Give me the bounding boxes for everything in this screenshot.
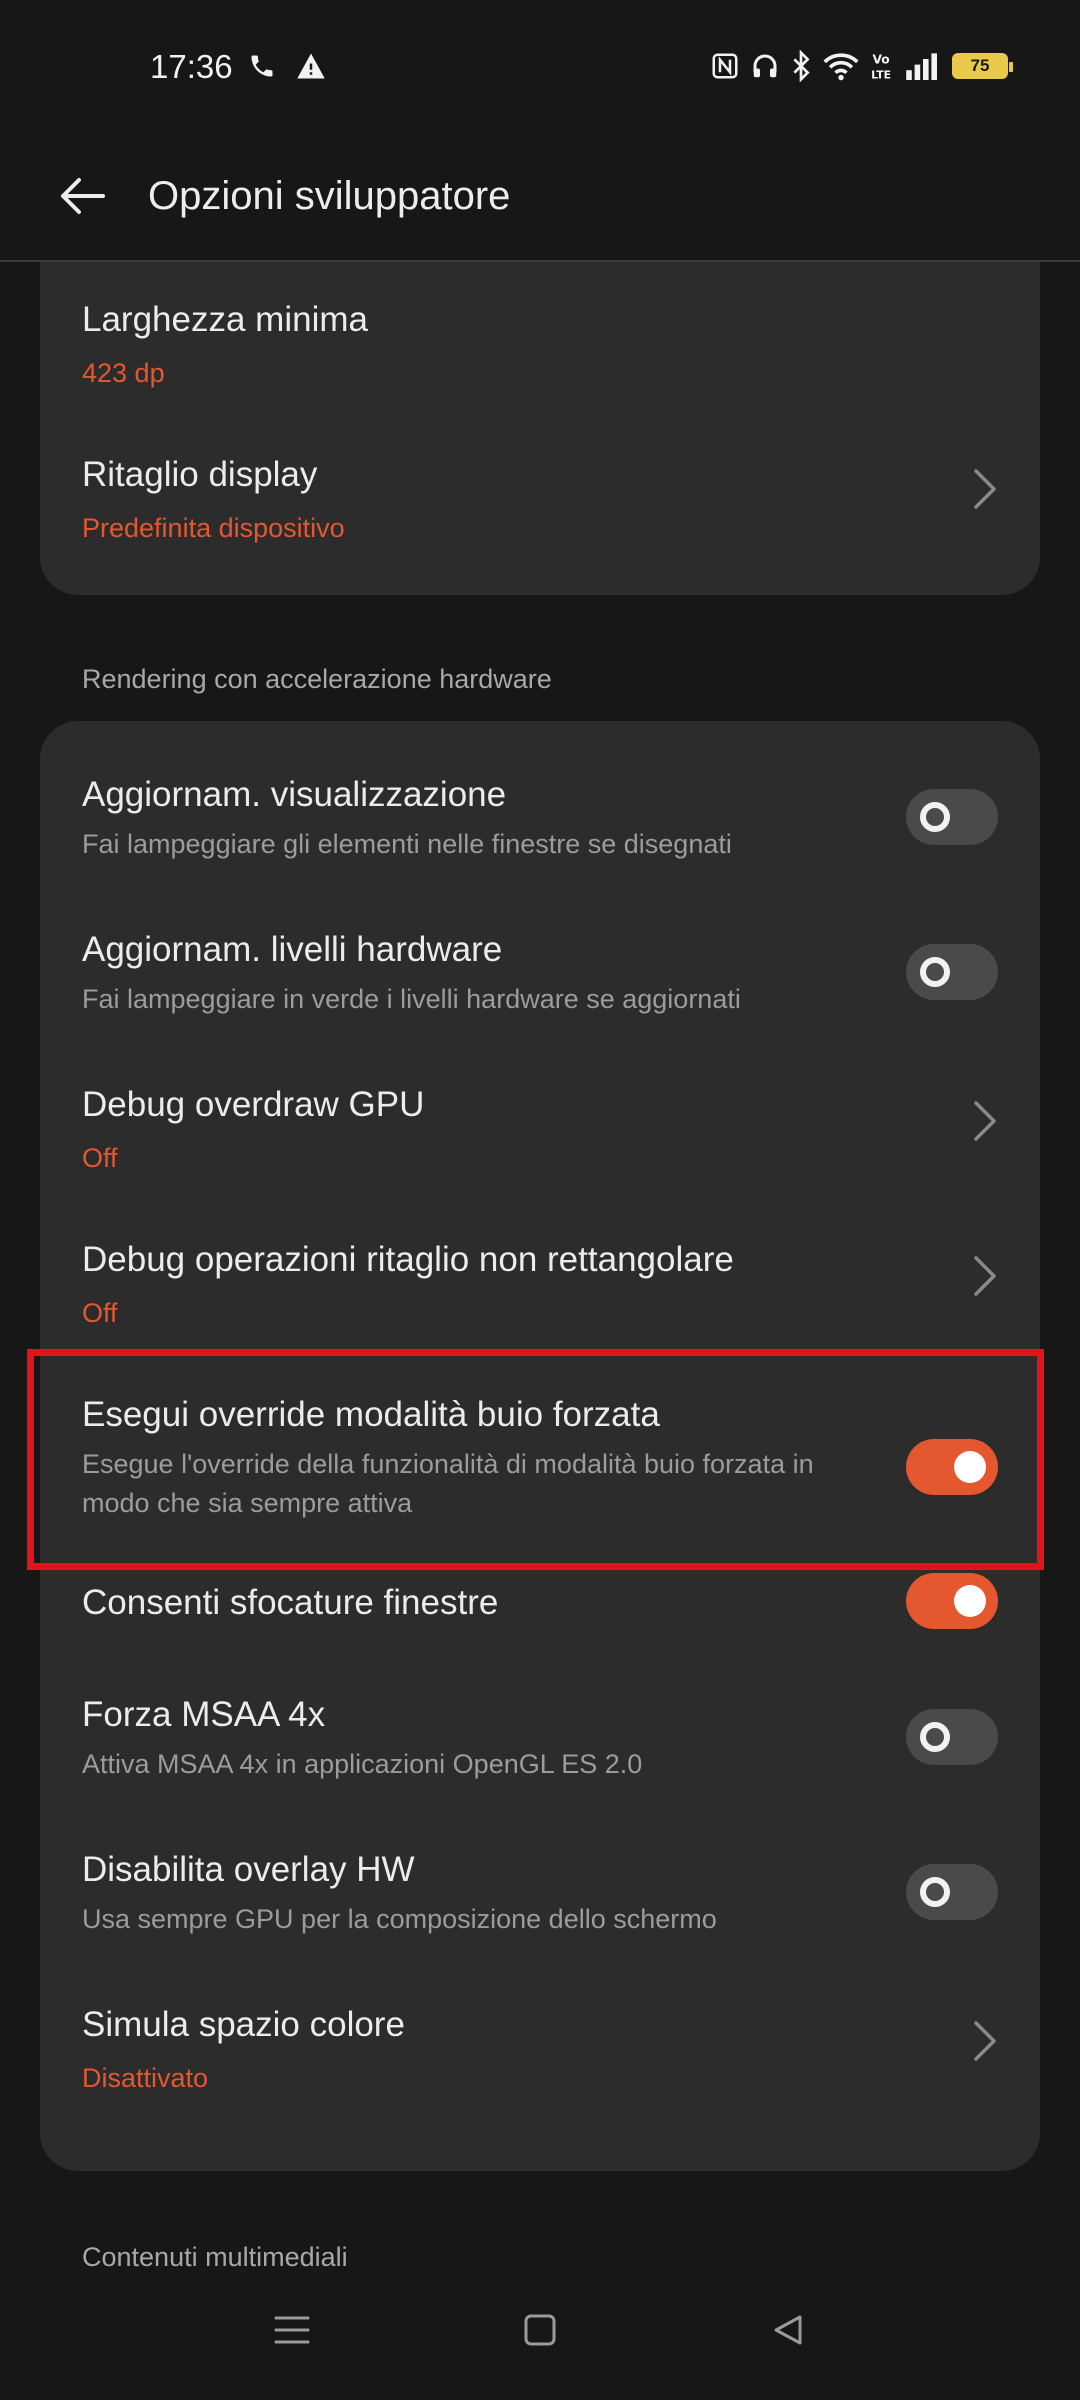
warning-icon (297, 53, 325, 79)
chevron-right-icon (974, 2021, 996, 2061)
status-left-icons (248, 52, 326, 80)
svg-text:Vo: Vo (872, 52, 889, 66)
toggle-consenti-sfocature[interactable] (906, 1573, 998, 1629)
status-time: 17:36 (150, 48, 233, 85)
toggle-aggiornam-livelli-hardware[interactable] (906, 944, 998, 1000)
setting-row-debug-overdraw-gpu[interactable]: Debug overdraw GPU Off (40, 1031, 1040, 1186)
setting-title: Aggiornam. livelli hardware (82, 930, 503, 969)
setting-subtitle: Esegue l'override della funzionalità di … (82, 1449, 814, 1518)
battery-icon: 75 (952, 53, 1013, 79)
toggle-override-modalita-buio[interactable] (906, 1439, 998, 1495)
toggle-knob (920, 1877, 950, 1907)
setting-row-debug-ritaglio-non-rettangolare[interactable]: Debug operazioni ritaglio non rettangola… (40, 1186, 1040, 1341)
toggle-knob (920, 1722, 950, 1752)
setting-row-ritaglio-display[interactable]: Ritaglio display Predefinita dispositivo (40, 417, 1040, 572)
back-nav-button[interactable] (758, 2300, 818, 2360)
chevron-right-icon (974, 1101, 996, 1141)
setting-row-aggiornam-visualizzazione[interactable]: Aggiornam. visualizzazione Fai lampeggia… (40, 721, 1040, 876)
section-header-hw-rendering: Rendering con accelerazione hardware (82, 664, 552, 694)
setting-row-aggiornam-livelli-hardware[interactable]: Aggiornam. livelli hardware Fai lampeggi… (40, 876, 1040, 1031)
setting-title: Ritaglio display (82, 455, 318, 494)
setting-title: Disabilita overlay HW (82, 1850, 415, 1889)
setting-subtitle: Usa sempre GPU per la composizione dello… (82, 1904, 717, 1934)
chevron-right-icon (974, 1256, 996, 1296)
setting-row-override-modalita-buio[interactable]: Esegui override modalità buio forzata Es… (40, 1341, 1040, 1561)
setting-title: Debug overdraw GPU (82, 1085, 425, 1124)
setting-value: Off (82, 1143, 118, 1173)
back-arrow-icon (61, 178, 105, 214)
setting-title: Forza MSAA 4x (82, 1695, 326, 1734)
setting-value: Predefinita dispositivo (82, 513, 345, 543)
hw-rendering-card: Aggiornam. visualizzazione Fai lampeggia… (40, 721, 1040, 2171)
chevron-right-icon (974, 469, 996, 509)
setting-title: Consenti sfocature finestre (82, 1583, 499, 1622)
toggle-knob (954, 1451, 986, 1483)
toggle-disabilita-overlay-hw[interactable] (906, 1864, 998, 1920)
svg-text:LTE: LTE (871, 68, 891, 81)
setting-value: Off (82, 1298, 118, 1328)
setting-subtitle: Attiva MSAA 4x in applicazioni OpenGL ES… (82, 1749, 643, 1779)
setting-title: Aggiornam. visualizzazione (82, 775, 507, 814)
setting-row-disabilita-overlay-hw[interactable]: Disabilita overlay HW Usa sempre GPU per… (40, 1816, 1040, 1971)
setting-title: Debug operazioni ritaglio non rettangola… (82, 1240, 734, 1279)
headphones-icon (753, 54, 777, 78)
signal-icon (906, 53, 937, 80)
setting-subtitle: Fai lampeggiare in verde i livelli hardw… (82, 984, 741, 1014)
settings-list[interactable]: Larghezza minima 423 dp Ritaglio display… (0, 262, 1080, 2272)
setting-value: 423 dp (82, 358, 165, 388)
home-button[interactable] (510, 2300, 570, 2360)
toggle-aggiornam-visualizzazione[interactable] (906, 789, 998, 845)
page-title: Opzioni sviluppatore (148, 174, 511, 218)
home-square-icon (524, 2314, 556, 2346)
toggle-knob (920, 957, 950, 987)
phone-icon (251, 55, 273, 77)
toggle-forza-msaa[interactable] (906, 1709, 998, 1765)
setting-value: Disattivato (82, 2063, 209, 2093)
setting-row-forza-msaa[interactable]: Forza MSAA 4x Attiva MSAA 4x in applicaz… (40, 1661, 1040, 1816)
bluetooth-icon (793, 50, 810, 82)
app-bar: Opzioni sviluppatore (0, 130, 1080, 262)
status-right-icons: Vo LTE 75 (710, 50, 1013, 82)
volte-icon: Vo LTE (871, 52, 891, 81)
setting-subtitle: Fai lampeggiare gli elementi nelle fines… (82, 829, 732, 859)
setting-row-simula-spazio-colore[interactable]: Simula spazio colore Disattivato (40, 1971, 1040, 2141)
wifi-icon (823, 53, 859, 81)
nfc-icon (712, 53, 738, 79)
recents-button[interactable] (262, 2300, 322, 2360)
display-card: Larghezza minima 423 dp Ritaglio display… (40, 262, 1040, 595)
status-bar: 17:36 Vo LTE 75 (0, 0, 1080, 130)
section-header-media: Contenuti multimediali (82, 2242, 348, 2272)
navigation-bar (0, 2272, 1080, 2400)
toggle-knob (954, 1585, 986, 1617)
battery-level: 75 (970, 56, 990, 75)
menu-icon (274, 2316, 310, 2344)
toggle-knob (920, 802, 950, 832)
setting-title: Larghezza minima (82, 300, 368, 339)
back-button[interactable] (50, 166, 114, 226)
setting-row-consenti-sfocature[interactable]: Consenti sfocature finestre (40, 1561, 1040, 1661)
setting-title: Simula spazio colore (82, 2005, 405, 2044)
setting-row-larghezza-minima[interactable]: Larghezza minima 423 dp (40, 262, 1040, 417)
back-triangle-icon (774, 2315, 802, 2345)
setting-title: Esegui override modalità buio forzata (82, 1395, 660, 1434)
